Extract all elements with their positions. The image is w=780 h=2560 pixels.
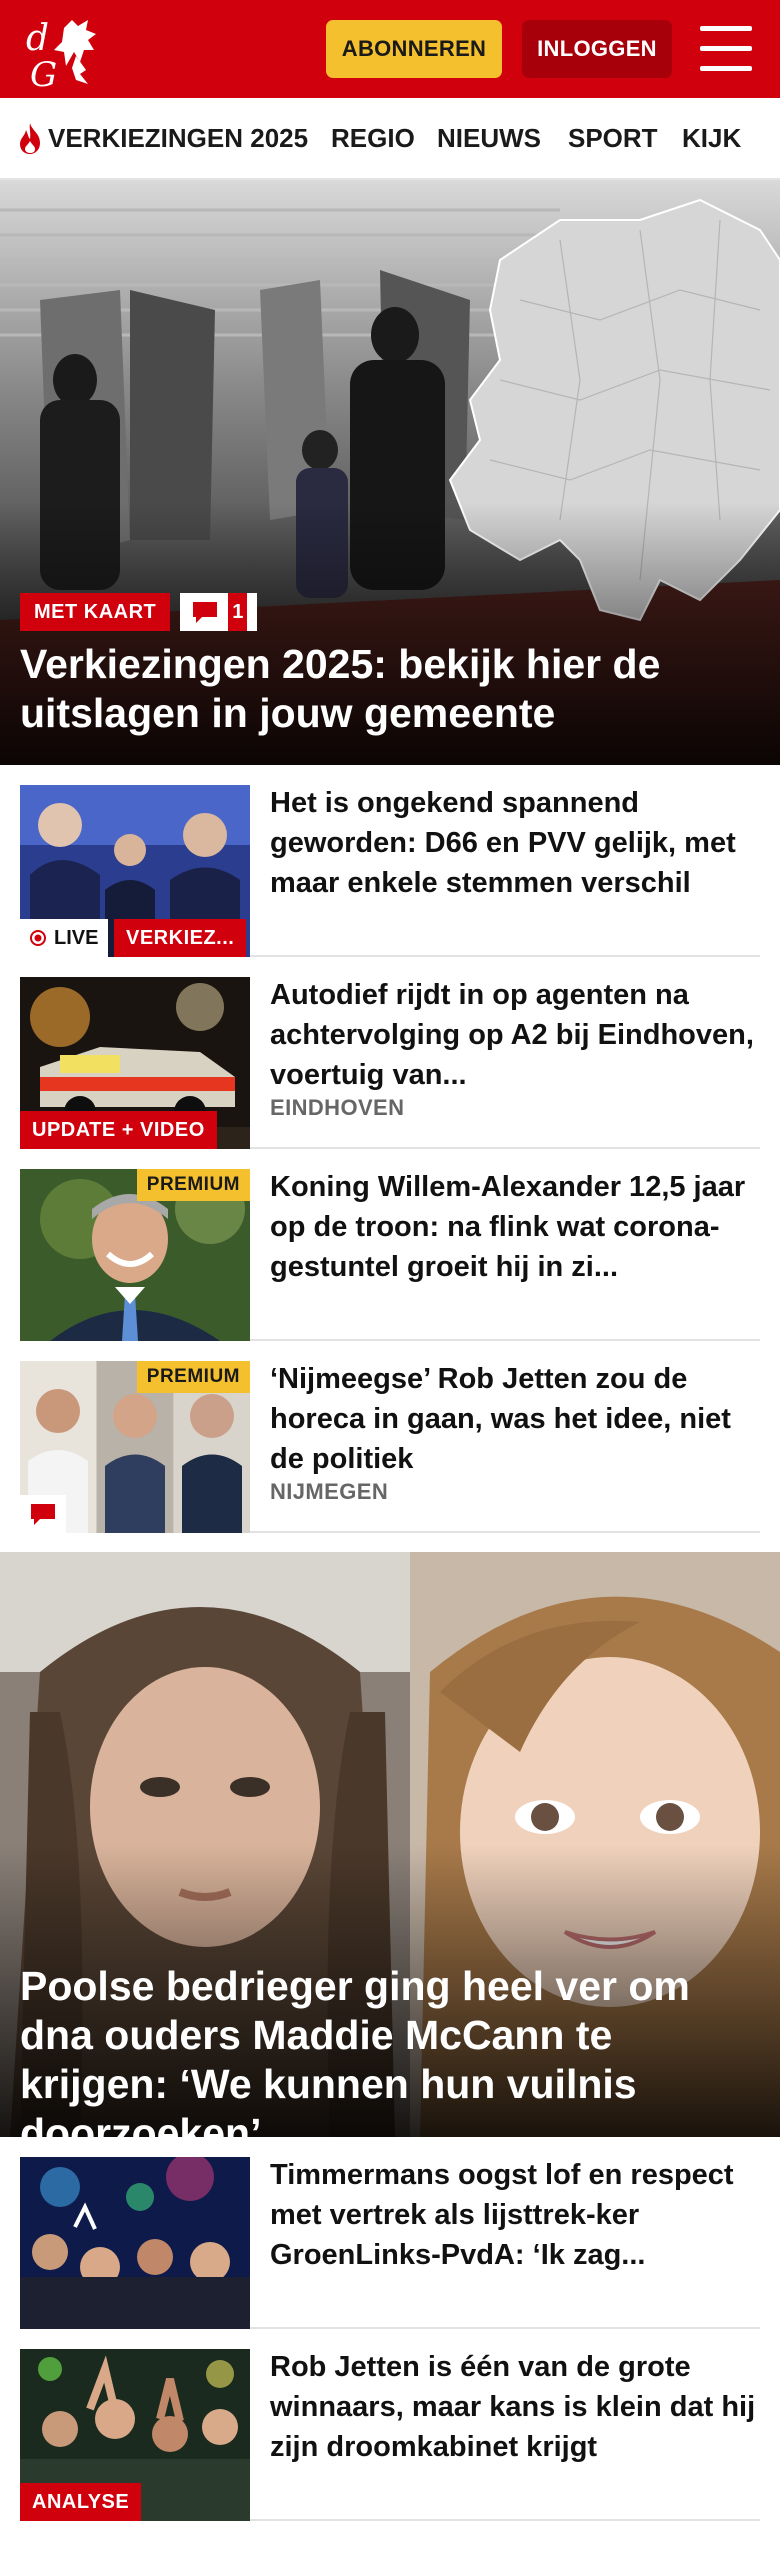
nav-item-kijk[interactable]: KIJK	[682, 98, 741, 178]
article-location: NIJMEGEN	[270, 1479, 389, 1504]
nav-item-verkiezingen[interactable]: VERKIEZINGEN 2025	[16, 98, 308, 178]
comment-badge[interactable]: 1	[180, 593, 258, 631]
article-thumbnail	[20, 2157, 250, 2329]
article-thumbnail: ANALYSE	[20, 2349, 250, 2521]
svg-text:d: d	[26, 18, 49, 59]
article-item[interactable]: PREMIUM Koning Willem-Alexander 12,5 jaa…	[20, 1149, 760, 1341]
live-dot-icon	[30, 930, 46, 946]
article-item[interactable]: LIVE VERKIEZ... Het is ongekend spannend…	[20, 765, 760, 957]
article-title[interactable]: Timmermans oogst lof en respect met vert…	[270, 2155, 760, 2275]
article-title[interactable]: ‘Nijmeegse’ Rob Jetten zou de horeca in …	[270, 1359, 760, 1479]
category-tag: VERKIEZ...	[114, 919, 247, 957]
svg-text:G: G	[30, 55, 57, 90]
comment-icon	[31, 1504, 55, 1525]
article-title[interactable]: Koning Willem-Alexander 12,5 jaar op de …	[270, 1167, 760, 1287]
live-badge: LIVE	[20, 919, 109, 957]
premium-badge: PREMIUM	[136, 1361, 250, 1393]
article-thumbnail: PREMIUM	[20, 1361, 250, 1533]
comment-icon	[193, 602, 218, 623]
article-thumbnail: UPDATE + VIDEO	[20, 977, 250, 1149]
category-tag: ANALYSE	[20, 2483, 142, 2521]
login-button[interactable]: INLOGGEN	[522, 20, 672, 78]
hero-tags: MET KAART 1	[20, 593, 258, 631]
article-item[interactable]: ANALYSE Rob Jetten is één van de grote w…	[20, 2329, 760, 2521]
flame-icon	[20, 123, 40, 154]
map-tag: MET KAART	[20, 593, 171, 631]
comment-count: 1	[228, 593, 248, 631]
article-location: EINDHOVEN	[270, 1095, 405, 1120]
article-item[interactable]: PREMIUM ‘Nijmeegse’ Rob Jetten zou de ho…	[20, 1341, 760, 1533]
site-logo[interactable]: d G	[20, 10, 120, 95]
nav-item-nieuws[interactable]: NIEUWS	[437, 98, 541, 178]
featured-article[interactable]: Poolse bedrieger ging heel ver om dna ou…	[0, 1552, 780, 2137]
article-title[interactable]: Rob Jetten is één van de grote winnaars,…	[270, 2347, 760, 2467]
menu-icon[interactable]	[700, 26, 752, 72]
thumbnail-image	[20, 2157, 250, 2329]
premium-badge: PREMIUM	[136, 1169, 250, 1201]
logo-graphic: d G	[26, 18, 96, 95]
site-header: d G ABONNEREN INLOGGEN	[0, 0, 780, 98]
live-label: LIVE	[54, 926, 99, 949]
main-nav: VERKIEZINGEN 2025 REGIO NIEUWS SPORT KIJ…	[0, 98, 780, 180]
hero-article[interactable]: MET KAART 1 Verkiezingen 2025: bekijk hi…	[0, 180, 780, 765]
article-title[interactable]: Autodief rijdt in op agenten na achtervo…	[270, 975, 760, 1095]
subscribe-button[interactable]: ABONNEREN	[326, 20, 502, 78]
nav-item-regio[interactable]: REGIO	[331, 98, 415, 178]
article-thumbnail: LIVE VERKIEZ...	[20, 785, 250, 957]
article-item[interactable]: UPDATE + VIDEO Autodief rijdt in op agen…	[20, 957, 760, 1149]
article-item[interactable]: Timmermans oogst lof en respect met vert…	[20, 2137, 760, 2329]
article-title[interactable]: Het is ongekend spannend geworden: D66 e…	[270, 783, 760, 903]
nav-item-sport[interactable]: SPORT	[568, 98, 658, 178]
comment-badge[interactable]	[20, 1495, 66, 1533]
featured-title[interactable]: Poolse bedrieger ging heel ver om dna ou…	[20, 1962, 770, 2137]
category-tag: UPDATE + VIDEO	[20, 1111, 217, 1149]
hero-title[interactable]: Verkiezingen 2025: bekijk hier de uitsla…	[20, 640, 760, 738]
nav-label: VERKIEZINGEN 2025	[48, 122, 309, 153]
article-thumbnail: PREMIUM	[20, 1169, 250, 1341]
